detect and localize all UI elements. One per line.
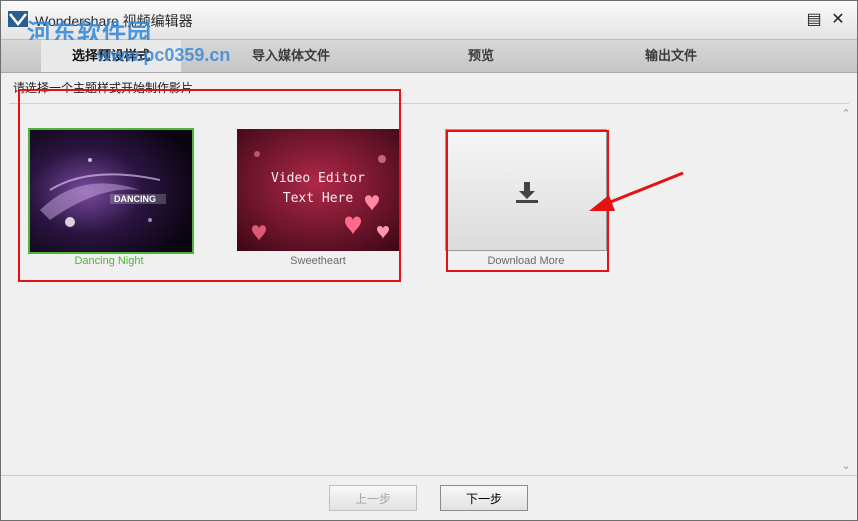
close-icon[interactable]: ✕ bbox=[829, 11, 847, 29]
menu-icon[interactable]: ▤ bbox=[805, 11, 823, 29]
step-output[interactable]: 输出文件 bbox=[601, 40, 741, 72]
app-logo-icon bbox=[8, 11, 28, 27]
step-preview[interactable]: 预览 bbox=[421, 40, 541, 72]
scroll-down-icon[interactable]: ⌄ bbox=[839, 459, 853, 473]
annotation-arrow bbox=[589, 171, 684, 211]
previous-step-button[interactable]: 上一步 bbox=[329, 485, 417, 511]
scroll-up-icon[interactable]: ⌃ bbox=[839, 107, 853, 121]
next-step-button[interactable]: 下一步 bbox=[440, 485, 528, 511]
title-bar: Wondershare 视频编辑器 河东软件园 ▤ ✕ bbox=[1, 1, 857, 47]
step-import-media[interactable]: 导入媒体文件 bbox=[221, 40, 361, 72]
annotation-highlight-box bbox=[18, 89, 401, 282]
app-window: Wondershare 视频编辑器 河东软件园 ▤ ✕ 选择预设样式 导入媒体文… bbox=[0, 0, 858, 521]
watermark-url: www.pc0359.cn bbox=[97, 45, 231, 65]
footer-divider bbox=[1, 475, 857, 476]
